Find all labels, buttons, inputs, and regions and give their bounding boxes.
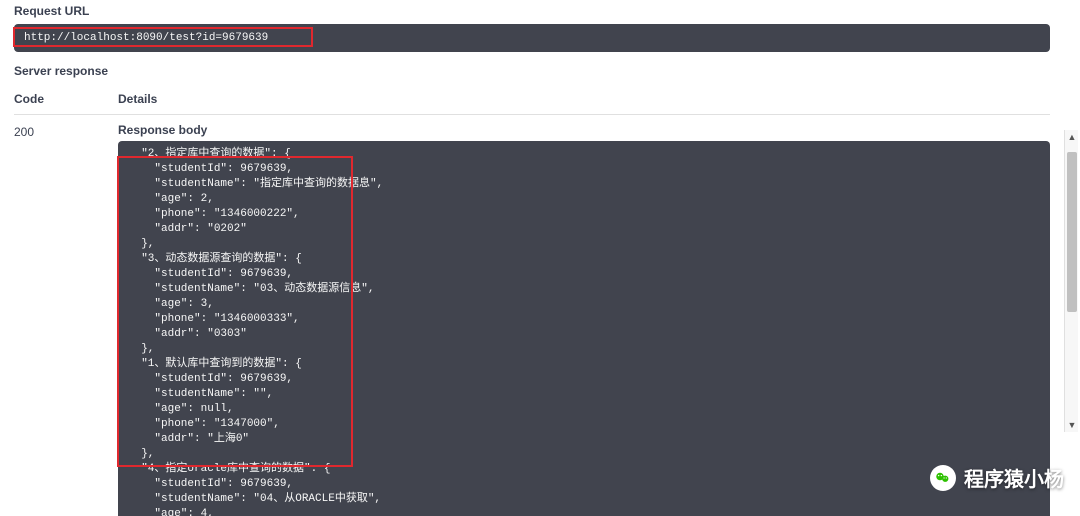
code-column-header: Code: [14, 92, 118, 106]
request-url-label: Request URL: [14, 4, 1046, 18]
details-column-header: Details: [118, 92, 1050, 106]
response-body-text: "2、指定库中查询的数据": { "studentId": 9679639, "…: [128, 148, 383, 516]
scroll-thumb[interactable]: [1067, 152, 1077, 312]
response-body-label: Response body: [118, 123, 1050, 137]
response-body-content[interactable]: "2、指定库中查询的数据": { "studentId": 9679639, "…: [118, 141, 1050, 516]
response-header-row: Code Details: [14, 92, 1050, 115]
vertical-scrollbar[interactable]: ▲ ▼: [1064, 130, 1080, 432]
scroll-down-icon[interactable]: ▼: [1065, 418, 1079, 432]
server-response-label: Server response: [14, 64, 1046, 78]
request-url-value: http://localhost:8090/test?id=9679639: [14, 24, 1050, 52]
status-code: 200: [14, 123, 118, 516]
scroll-up-icon[interactable]: ▲: [1065, 130, 1079, 144]
